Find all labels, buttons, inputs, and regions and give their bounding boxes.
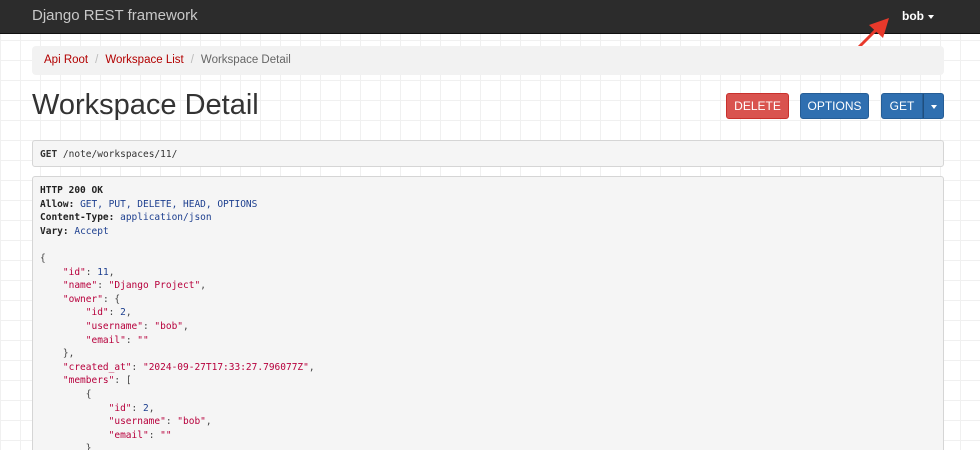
json-line: "members": [ bbox=[40, 374, 936, 388]
json-line: "email": "" bbox=[40, 429, 936, 443]
json-token: "name" bbox=[62, 280, 98, 292]
json-token: : bbox=[108, 307, 121, 319]
json-token: , bbox=[205, 416, 212, 428]
json-token: "username" bbox=[108, 416, 166, 428]
json-token: { bbox=[85, 388, 92, 400]
response-header-key: Allow: bbox=[40, 198, 75, 210]
json-token: , bbox=[183, 320, 189, 332]
json-token: : bbox=[148, 429, 161, 441]
response-header: Allow: GET, PUT, DELETE, HEAD, OPTIONS bbox=[40, 198, 936, 212]
json-token: "email" bbox=[85, 334, 126, 346]
json-token: "id" bbox=[108, 402, 132, 414]
json-token: "bob" bbox=[177, 416, 206, 428]
json-line: "username": "bob", bbox=[40, 320, 936, 334]
response-status: HTTP 200 OK bbox=[40, 185, 103, 196]
json-line: "created_at": "2024-09-27T17:33:27.79607… bbox=[40, 361, 936, 375]
json-token: : bbox=[142, 320, 155, 332]
json-line: }, bbox=[40, 347, 936, 361]
breadcrumb-active: Workspace Detail bbox=[200, 54, 291, 66]
json-token: "" bbox=[137, 334, 149, 346]
get-format-dropdown[interactable] bbox=[923, 93, 944, 119]
json-line: "owner": { bbox=[40, 293, 936, 307]
json-token: "" bbox=[160, 429, 172, 441]
json-token: : bbox=[131, 361, 143, 373]
json-token: : bbox=[165, 416, 178, 428]
json-token: "id" bbox=[85, 307, 109, 319]
json-line: { bbox=[40, 388, 936, 402]
json-line: "email": "" bbox=[40, 334, 936, 348]
json-token: "email" bbox=[108, 429, 149, 441]
breadcrumb-api-root[interactable]: Api Root bbox=[44, 54, 88, 66]
json-token: }, bbox=[62, 348, 75, 360]
response-header-value: Accept bbox=[74, 225, 109, 237]
json-token: : [ bbox=[114, 375, 132, 387]
response-header: Content-Type: application/json bbox=[40, 211, 936, 225]
json-token: } bbox=[85, 443, 92, 450]
delete-button[interactable]: DELETE bbox=[726, 93, 789, 119]
get-button[interactable]: GET bbox=[881, 93, 923, 119]
json-line: "id": 2, bbox=[40, 402, 936, 416]
json-line: "id": 2, bbox=[40, 306, 936, 320]
caret-down-icon bbox=[930, 104, 937, 109]
json-token: , bbox=[108, 266, 115, 278]
response-header-value: application/json bbox=[120, 212, 212, 224]
response-header-key: Content-Type: bbox=[40, 212, 115, 224]
json-line: "username": "bob", bbox=[40, 415, 936, 429]
json-token: "members" bbox=[62, 375, 115, 387]
brand-link[interactable]: Django REST framework bbox=[32, 7, 198, 24]
request-method: GET bbox=[40, 149, 58, 160]
json-token: "bob" bbox=[154, 320, 184, 332]
options-button[interactable]: OPTIONS bbox=[800, 93, 869, 119]
json-token: 11 bbox=[97, 266, 109, 278]
json-token: { bbox=[40, 252, 46, 264]
json-token: : bbox=[97, 280, 109, 292]
json-token: "2024-09-27T17:33:27.796077Z" bbox=[142, 361, 309, 373]
json-token: , bbox=[125, 307, 132, 319]
json-line: } bbox=[40, 442, 936, 450]
breadcrumb: Api Root / Workspace List / Workspace Detail bbox=[32, 46, 944, 75]
page-title: Workspace Detail bbox=[32, 89, 259, 121]
json-token: "id" bbox=[62, 266, 86, 278]
json-token: "owner" bbox=[62, 293, 103, 305]
response-body: { "id": 11, "name": "Django Project", "o… bbox=[40, 252, 936, 450]
json-token: , bbox=[308, 361, 315, 373]
json-token: "created_at" bbox=[62, 361, 132, 373]
response-header: Vary: Accept bbox=[40, 225, 936, 239]
json-token: : bbox=[125, 334, 138, 346]
request-info: GET /note/workspaces/11/ bbox=[32, 140, 944, 167]
json-token: , bbox=[200, 280, 206, 292]
json-line: { bbox=[40, 252, 936, 266]
json-line: "name": "Django Project", bbox=[40, 279, 936, 293]
response-info: HTTP 200 OK Allow: GET, PUT, DELETE, HEA… bbox=[32, 176, 944, 450]
caret-down-icon bbox=[928, 14, 934, 19]
json-token: : bbox=[85, 266, 98, 278]
request-path: /note/workspaces/11/ bbox=[62, 149, 178, 160]
json-token: "Django Project" bbox=[108, 280, 201, 292]
json-token: : { bbox=[102, 293, 121, 305]
user-name: bob bbox=[902, 9, 924, 23]
breadcrumb-workspace-list[interactable]: Workspace List bbox=[105, 54, 183, 66]
json-line: "id": 11, bbox=[40, 266, 936, 280]
breadcrumb-separator: / bbox=[190, 54, 194, 66]
json-token: "username" bbox=[85, 320, 143, 332]
breadcrumb-separator: / bbox=[95, 54, 99, 66]
response-header-value: GET, PUT, DELETE, HEAD, OPTIONS bbox=[80, 198, 258, 210]
json-token: : bbox=[131, 402, 143, 414]
response-header-key: Vary: bbox=[40, 225, 69, 237]
json-token: , bbox=[148, 402, 155, 414]
user-menu-dropdown[interactable]: bob bbox=[902, 9, 934, 23]
